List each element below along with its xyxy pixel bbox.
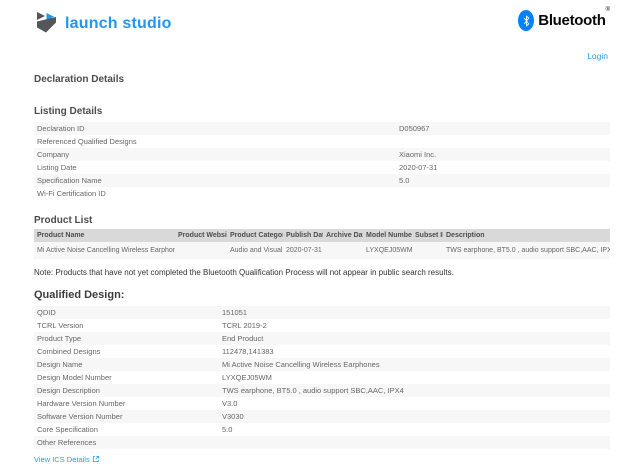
- publish-date-cell: 2020-07-31: [283, 242, 323, 259]
- launch-studio-logo[interactable]: launch studio: [34, 8, 172, 40]
- qualified-design-section: Qualified Design: QDID 151051 TCRL Versi…: [34, 289, 610, 464]
- field-value: 112478,141383: [222, 345, 610, 358]
- column-header: Product Website: [175, 229, 227, 242]
- field-label: Other References: [34, 436, 222, 449]
- field-label: Hardware Version Number: [34, 397, 222, 410]
- field-value: LYXQEJ05WM: [222, 371, 610, 384]
- table-row: Wi-Fi Certification ID: [34, 187, 610, 200]
- product-list-heading: Product List: [34, 215, 610, 226]
- field-value: V3030: [222, 410, 610, 423]
- product-name-cell: Mi Active Noise Cancelling Wireless Earp…: [34, 242, 175, 259]
- column-header: Subset ID: [412, 229, 443, 242]
- column-header: Publish Date: [283, 229, 323, 242]
- table-row: Declaration ID D050967: [34, 122, 610, 135]
- field-value: Xiaomi Inc.: [399, 148, 610, 161]
- field-label: Design Model Number: [34, 371, 222, 384]
- qualification-note: Note: Products that have not yet complet…: [34, 268, 610, 277]
- field-label: Software Version Number: [34, 410, 222, 423]
- field-value: D050967: [399, 122, 610, 135]
- product-list-section: Product List Product Name Product Websit…: [34, 215, 610, 277]
- table-row: Hardware Version Number V3.0: [34, 397, 610, 410]
- listing-details-heading: Listing Details: [34, 106, 610, 117]
- table-row: QDID 151051: [34, 306, 610, 319]
- declaration-details-page: launch studio Bluetooth® Login Declarati…: [0, 0, 640, 464]
- table-row: Design Description TWS earphone, BT5.0 ,…: [34, 384, 610, 397]
- field-value: 2020-07-31: [399, 161, 610, 174]
- bluetooth-rune-icon: [518, 10, 534, 31]
- qualified-design-heading: Qualified Design:: [34, 289, 610, 301]
- field-value: Mi Active Noise Cancelling Wireless Earp…: [222, 358, 610, 371]
- table-row: Mi Active Noise Cancelling Wireless Earp…: [34, 242, 610, 259]
- listing-details-section: Listing Details Declaration ID D050967 R…: [34, 106, 610, 200]
- field-value: [222, 436, 610, 449]
- field-label: TCRL Version: [34, 319, 222, 332]
- launch-studio-logo-icon: [34, 8, 60, 40]
- field-value: 151051: [222, 306, 610, 319]
- field-value: 5.0: [399, 174, 610, 187]
- field-label: Design Description: [34, 384, 222, 397]
- field-label: Referenced Qualified Designs: [34, 135, 399, 148]
- field-label: Wi-Fi Certification ID: [34, 187, 399, 200]
- bluetooth-wordmark: Bluetooth®: [538, 12, 610, 30]
- main-content: Declaration Details Listing Details Decl…: [0, 74, 640, 464]
- field-label: Company: [34, 148, 399, 161]
- field-value: [399, 187, 610, 200]
- table-row: Design Name Mi Active Noise Cancelling W…: [34, 358, 610, 371]
- field-value: [399, 135, 610, 148]
- listing-details-table: Declaration ID D050967 Referenced Qualif…: [34, 122, 610, 200]
- field-label: Design Name: [34, 358, 222, 371]
- field-label: Core Specification: [34, 423, 222, 436]
- column-header: Model Number: [363, 229, 412, 242]
- table-row: TCRL Version TCRL 2019-2: [34, 319, 610, 332]
- column-header: Product Category: [227, 229, 283, 242]
- table-row: Specification Name 5.0: [34, 174, 610, 187]
- login-row: Login: [0, 46, 640, 64]
- field-label: Combined Designs: [34, 345, 222, 358]
- header: launch studio Bluetooth®: [0, 0, 640, 40]
- field-value: V3.0: [222, 397, 610, 410]
- registered-mark: ®: [606, 7, 610, 13]
- table-row: Combined Designs 112478,141383: [34, 345, 610, 358]
- field-label: Product Type: [34, 332, 222, 345]
- table-row: Product Type End Product: [34, 332, 610, 345]
- column-header: Description: [443, 229, 610, 242]
- product-list-table: Product Name Product Website Product Cat…: [34, 229, 610, 259]
- field-label: Listing Date: [34, 161, 399, 174]
- table-row: Core Specification 5.0: [34, 423, 610, 436]
- field-value: TCRL 2019-2: [222, 319, 610, 332]
- launch-studio-logo-text: launch studio: [65, 15, 172, 33]
- product-category-cell: Audio and Visual: [227, 242, 283, 259]
- view-ics-details-label: View ICS Details: [34, 455, 90, 464]
- description-cell: TWS earphone, BT5.0 , audio support SBC,…: [443, 242, 610, 259]
- bluetooth-logo: Bluetooth®: [518, 10, 610, 31]
- page-title: Declaration Details: [34, 74, 610, 85]
- field-value: 5.0: [222, 423, 610, 436]
- table-row: Referenced Qualified Designs: [34, 135, 610, 148]
- field-value: TWS earphone, BT5.0 , audio support SBC,…: [222, 384, 610, 397]
- column-header: Product Name: [34, 229, 175, 242]
- table-row: Other References: [34, 436, 610, 449]
- login-link[interactable]: Login: [587, 51, 608, 61]
- field-label: QDID: [34, 306, 222, 319]
- field-label: Declaration ID: [34, 122, 399, 135]
- table-row: Software Version Number V3030: [34, 410, 610, 423]
- table-row: Design Model Number LYXQEJ05WM: [34, 371, 610, 384]
- archive-date-cell: [323, 242, 363, 259]
- view-ics-details-link[interactable]: View ICS Details: [34, 455, 100, 464]
- table-row: Listing Date 2020-07-31: [34, 161, 610, 174]
- product-website-cell: [175, 242, 227, 259]
- field-value: End Product: [222, 332, 610, 345]
- table-row: Company Xiaomi Inc.: [34, 148, 610, 161]
- qualified-design-table: QDID 151051 TCRL Version TCRL 2019-2 Pro…: [34, 306, 610, 449]
- external-link-icon: [92, 455, 100, 464]
- column-header: Archive Date: [323, 229, 363, 242]
- model-number-cell: LYXQEJ05WM: [363, 242, 412, 259]
- table-header-row: Product Name Product Website Product Cat…: [34, 229, 610, 242]
- field-label: Specification Name: [34, 174, 399, 187]
- subset-id-cell: [412, 242, 443, 259]
